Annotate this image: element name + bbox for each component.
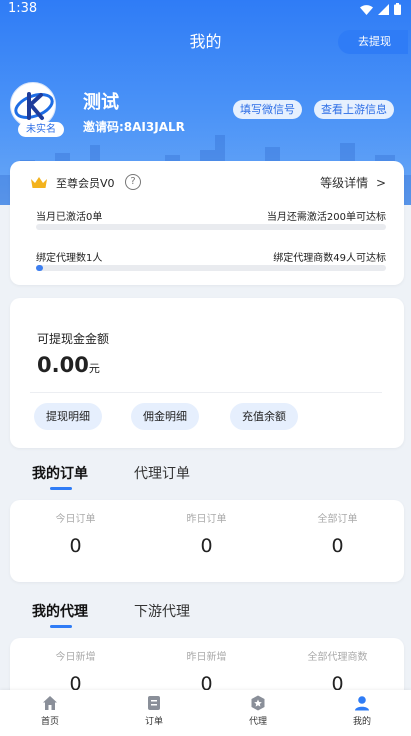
nav-label: 订单 xyxy=(144,717,163,727)
tab-my-orders[interactable]: 我的订单 xyxy=(32,463,88,483)
bound-agents-text: 绑定代理数1人 xyxy=(36,253,103,264)
battery-icon xyxy=(394,3,401,15)
stat-label: 昨日订单 xyxy=(186,514,227,525)
nav-label: 首页 xyxy=(40,717,59,727)
stat-value: 0 xyxy=(69,535,82,557)
tab-agent-orders[interactable]: 代理订单 xyxy=(134,463,190,483)
view-upstream-button[interactable]: 查看上游信息 xyxy=(314,100,394,119)
crown-icon xyxy=(31,177,47,188)
stat-value: 0 xyxy=(200,535,213,557)
divider xyxy=(30,392,382,393)
order-icon xyxy=(148,696,160,710)
order-stats-card: 今日订单 0 昨日订单 0 全部订单 0 xyxy=(10,500,404,582)
membership-level-title: 至尊会员V0 xyxy=(56,177,115,190)
fill-wechat-button[interactable]: 填写微信号 xyxy=(233,100,302,119)
tab-my-agents[interactable]: 我的代理 xyxy=(32,601,88,621)
nav-label: 我的 xyxy=(352,717,371,727)
status-bar: 1:38 xyxy=(0,0,411,18)
withdrawable-amount: 0.00元 xyxy=(37,353,100,377)
signal-icon xyxy=(378,3,389,15)
stat-value: 0 xyxy=(331,535,344,557)
activated-count-text: 当月已激活0单 xyxy=(36,212,103,223)
activation-progress-track xyxy=(36,224,386,230)
active-tab-indicator xyxy=(50,625,72,628)
stat-label: 全部订单 xyxy=(317,514,358,525)
wifi-icon xyxy=(360,4,373,15)
nav-orders[interactable]: 订单 xyxy=(124,695,184,727)
amount-unit: 元 xyxy=(88,362,100,375)
stat-label: 昨日新增 xyxy=(186,652,227,663)
membership-card: 至尊会员V0 ? 等级详情 > 当月已激活0单 当月还需激活200单可达标 绑定… xyxy=(10,161,404,285)
withdrawable-label: 可提现金金额 xyxy=(37,332,110,346)
status-time: 1:38 xyxy=(8,1,38,16)
nav-label: 代理 xyxy=(248,717,267,727)
today-orders-stat[interactable]: 今日订单 0 xyxy=(10,500,141,582)
help-icon[interactable]: ? xyxy=(125,174,141,190)
user-name: 测试 xyxy=(83,92,119,113)
profile-icon xyxy=(355,696,369,711)
withdraw-detail-button[interactable]: 提现明细 xyxy=(34,403,102,430)
level-detail-link[interactable]: 等级详情 > xyxy=(320,174,386,191)
bottom-nav: 首页 订单 代理 我的 xyxy=(0,690,411,736)
home-icon xyxy=(43,696,57,710)
yesterday-orders-stat[interactable]: 昨日订单 0 xyxy=(141,500,272,582)
agent-tabs: 我的代理 下游代理 xyxy=(0,601,411,628)
stat-label: 全部代理商数 xyxy=(307,652,368,663)
chevron-right-icon: > xyxy=(375,176,386,190)
stat-label: 今日订单 xyxy=(55,514,96,525)
bound-progress-fill xyxy=(36,265,43,271)
commission-detail-button[interactable]: 佣金明细 xyxy=(131,403,199,430)
all-orders-stat[interactable]: 全部订单 0 xyxy=(272,500,403,582)
bound-progress-track xyxy=(36,265,386,271)
agent-icon xyxy=(251,695,265,711)
active-tab-indicator xyxy=(50,487,72,490)
nav-profile[interactable]: 我的 xyxy=(332,695,392,727)
nav-agents[interactable]: 代理 xyxy=(228,695,288,727)
invite-code: 邀请码:8AI3JALR xyxy=(83,120,185,134)
level-detail-label: 等级详情 xyxy=(320,176,369,190)
recharge-balance-button[interactable]: 充值余额 xyxy=(230,403,298,430)
bound-remaining-text: 绑定代理商数49人可达标 xyxy=(273,253,386,264)
withdraw-button[interactable]: 去提现 xyxy=(338,30,408,54)
stat-label: 今日新增 xyxy=(55,652,96,663)
order-tabs: 我的订单 代理订单 xyxy=(0,463,411,490)
realname-badge[interactable]: 未实名 xyxy=(18,122,64,137)
tab-downstream-agents[interactable]: 下游代理 xyxy=(134,601,190,621)
amount-value: 0.00 xyxy=(37,353,89,377)
withdraw-card: 可提现金金额 0.00元 提现明细 佣金明细 充值余额 xyxy=(10,298,404,448)
status-icons xyxy=(360,3,401,15)
activation-remaining-text: 当月还需激活200单可达标 xyxy=(266,212,386,223)
nav-home[interactable]: 首页 xyxy=(20,695,80,727)
